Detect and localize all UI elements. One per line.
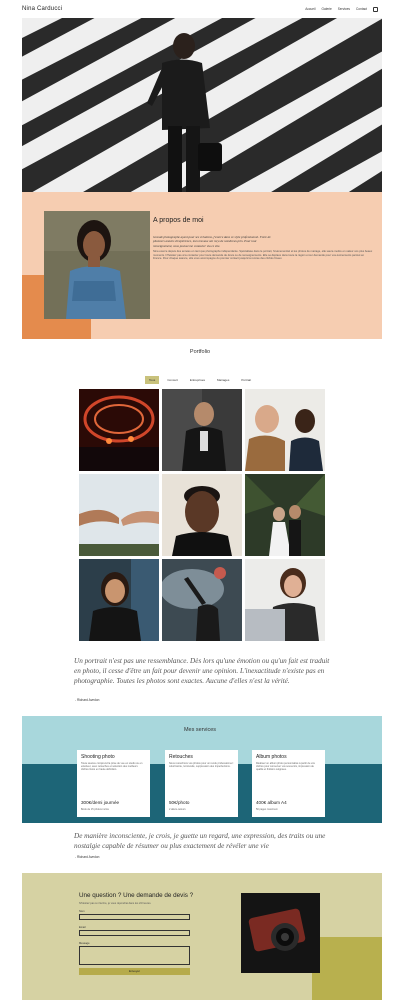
site-header: Nina Carducci Accueil Galerie Services C… — [0, 0, 400, 18]
service-price: 300€/demi journée — [81, 800, 120, 805]
nav-item-services[interactable]: Services — [338, 7, 350, 11]
nav-item-contact[interactable]: Contact — [356, 7, 367, 11]
portfolio-filters: Tous Concert Entreprises Mariages Portra… — [0, 376, 400, 384]
about-portrait-photo — [44, 211, 150, 319]
gallery-photo-woman-glasses[interactable] — [79, 559, 159, 641]
about-lead-text: Grande photographe ayant pour ses créati… — [153, 235, 271, 248]
contact-accent-block — [312, 937, 382, 1000]
services-title: Mes services — [183, 727, 217, 733]
service-price: 400€ album A4 — [256, 800, 287, 805]
name-field[interactable] — [79, 914, 190, 920]
gallery-photo-hands[interactable] — [79, 474, 159, 556]
service-card-retouches: Retouches Nous retouchons vos photos pou… — [165, 750, 238, 817]
main-nav: Accueil Galerie Services Contact — [305, 6, 378, 12]
email-label: Email — [79, 926, 86, 929]
filter-portrait[interactable]: Portrait — [237, 376, 255, 384]
gallery-photo-wedding-couple[interactable] — [245, 474, 325, 556]
quote-author-2: - Richard Avedon — [75, 855, 100, 859]
contact-camera-photo — [241, 893, 320, 973]
service-price: 50€/photo — [169, 800, 190, 805]
nav-item-accueil[interactable]: Accueil — [305, 7, 315, 11]
filter-tous[interactable]: Tous — [144, 376, 160, 384]
service-desc: Réalisez un album photo personnalisé à p… — [256, 762, 315, 772]
service-desc: Nous retouchons vos photos pour un rendu… — [169, 762, 234, 769]
filter-mariages[interactable]: Mariages — [213, 376, 233, 384]
about-body-text: Nina exerce depuis des années en tant qu… — [153, 250, 373, 261]
portfolio-title: Portfolio — [189, 349, 211, 355]
service-desc: Toute séance comprend la prise de vue en… — [81, 762, 143, 772]
service-title: Shooting photo — [81, 754, 115, 760]
instagram-icon[interactable] — [373, 6, 378, 12]
gallery-photo-women-meeting[interactable] — [245, 389, 325, 471]
service-card-shooting: Shooting photo Toute séance comprend la … — [77, 750, 150, 817]
message-field[interactable] — [79, 946, 190, 965]
about-title: A propos de moi — [153, 217, 204, 224]
service-note: Book de 15 photos inclus — [81, 808, 109, 811]
filter-entreprises[interactable]: Entreprises — [186, 376, 209, 384]
gallery-photo-woman-laptop[interactable] — [245, 559, 325, 641]
gallery-photo-man-portrait[interactable] — [162, 474, 242, 556]
submit-button[interactable]: Envoyer — [79, 968, 190, 975]
contact-title: Une question ? Une demande de devis ? — [79, 892, 194, 899]
service-card-album: Album photos Réalisez un album photo per… — [252, 750, 325, 817]
nav-item-galerie[interactable]: Galerie — [321, 7, 331, 11]
name-label: Nom — [79, 910, 85, 913]
portfolio-gallery — [79, 389, 325, 641]
service-note: 50 pages maximum — [256, 808, 278, 811]
contact-subtitle: N'hésitez pas à m'écrire, je vous répond… — [79, 902, 152, 905]
filter-concert[interactable]: Concert — [163, 376, 182, 384]
service-title: Album photos — [256, 754, 287, 760]
service-title: Retouches — [169, 754, 193, 760]
email-field[interactable] — [79, 930, 190, 936]
quote-avedon-1: Un portrait n'est pas une ressemblance. … — [74, 657, 330, 686]
gallery-photo-concert-stage[interactable] — [79, 389, 159, 471]
message-label: Message — [79, 942, 90, 945]
gallery-photo-man-suit[interactable] — [162, 389, 242, 471]
brand-name[interactable]: Nina Carducci — [22, 6, 62, 12]
service-note: 2 allers-retours — [169, 808, 186, 811]
gallery-photo-concert-singer[interactable] — [162, 559, 242, 641]
hero-image — [22, 18, 382, 192]
quote-author-1: - Richard Avedon — [75, 698, 100, 702]
quote-avedon-2: De manière inconsciente, je crois, je gu… — [74, 832, 326, 851]
